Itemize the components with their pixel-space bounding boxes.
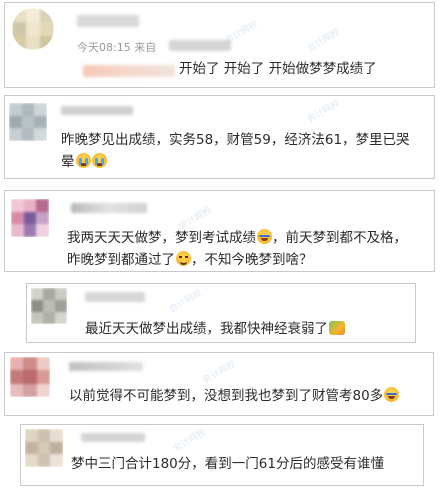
reply-mention-blurred	[83, 65, 175, 77]
comment-card-5: 以前觉得不可能梦到，没想到我也梦到了财管考80多 会计网校	[4, 352, 434, 416]
smirk-emoji	[176, 251, 191, 266]
comment-line: 昨晚梦到都通过了 ，不知今晚梦到啥？	[67, 249, 407, 271]
watermark: 会计网校	[167, 288, 204, 316]
comment-line: 昨晚梦见出成绩，实务58，财管59，经济法61，梦里已哭	[61, 132, 410, 148]
comment-line-part: 以前觉得不可能梦到，没想到我也梦到了财管考80多	[69, 388, 384, 404]
comment-meta: 今天08:15 来自	[77, 39, 156, 55]
user-avatar[interactable]	[12, 8, 54, 50]
comment-time: 今天08:15	[77, 41, 131, 54]
comment-line: 梦中三门合计180分，看到一门61分后的感受有谁懂	[71, 456, 384, 472]
comment-text: 最近天天做梦出成绩，我都快神经衰弱了	[85, 318, 345, 340]
comment-card-3: 我两天天天做梦，梦到考试成绩 ，前天梦到都不及格， 昨晚梦到都通过了 ，不知今晚梦到…	[4, 190, 435, 272]
user-avatar[interactable]	[10, 357, 50, 397]
comment-line: 晕	[61, 151, 410, 173]
comment-card-1: 今天08:15 来自 开始了 开始了 开始做梦梦成绩了 会计网校 会计网校	[4, 2, 435, 88]
comment-text: 以前觉得不可能梦到，没想到我也梦到了财管考80多	[69, 385, 400, 407]
laugh-emoji	[384, 387, 400, 402]
watermark: 会计网校	[305, 27, 342, 55]
username-blurred	[81, 433, 145, 442]
comment-text: 梦中三门合计180分，看到一门61分后的感受有谁懂	[71, 453, 384, 475]
weak-emoji	[329, 321, 345, 335]
comment-text: 开始了 开始了 开始做梦梦成绩了	[179, 58, 377, 80]
cry-emoji	[91, 153, 107, 168]
comment-line-part: ，前天梦到都不及格，	[272, 230, 407, 246]
cry-emoji	[75, 153, 91, 168]
comment-text: 我两天天天做梦，梦到考试成绩 ，前天梦到都不及格， 昨晚梦到都通过了 ，不知今晚梦到…	[67, 227, 407, 271]
comment-line-part: 我两天天天做梦，梦到考试成绩	[67, 230, 256, 246]
watermark: 会计网校	[305, 98, 342, 126]
username-blurred	[61, 106, 133, 115]
source-device-blurred	[169, 40, 231, 51]
username-blurred	[85, 292, 145, 302]
laugh-emoji	[257, 229, 272, 244]
comment-card-6: 梦中三门合计180分，看到一门61分后的感受有谁懂 会计网校	[20, 424, 424, 486]
comment-source-label: 来自	[134, 41, 157, 54]
comment-line: 最近天天做梦出成绩，我都快神经衰弱了	[85, 318, 345, 340]
comment-line-part: ，不知今晚梦到啥？	[191, 252, 313, 268]
comment-card-2: 昨晚梦见出成绩，实务58，财管59，经济法61，梦里已哭 晕 会计网校	[4, 95, 435, 179]
user-avatar[interactable]	[9, 103, 47, 141]
watermark: 会计网校	[171, 427, 208, 455]
comment-line-part: 昨晚梦到都通过了	[67, 252, 175, 268]
comment-line-part: 最近天天做梦出成绩，我都快神经衰弱了	[85, 321, 328, 337]
watermark: 会计网校	[201, 359, 238, 387]
comment-line: 开始了 开始了 开始做梦梦成绩了	[179, 61, 377, 77]
user-avatar[interactable]	[25, 429, 63, 467]
comment-line: 我两天天天做梦，梦到考试成绩 ，前天梦到都不及格，	[67, 227, 407, 249]
user-avatar[interactable]	[11, 199, 49, 237]
username-blurred	[77, 15, 139, 27]
comment-text: 昨晚梦见出成绩，实务58，财管59，经济法61，梦里已哭 晕	[61, 129, 410, 173]
comment-line-end: 晕	[61, 154, 75, 170]
comment-card-4: 最近天天做梦出成绩，我都快神经衰弱了 会计网校	[26, 283, 416, 343]
user-avatar[interactable]	[31, 288, 67, 324]
username-blurred	[71, 203, 147, 213]
comment-line: 以前觉得不可能梦到，没想到我也梦到了财管考80多	[69, 385, 400, 407]
username-blurred	[69, 362, 143, 371]
